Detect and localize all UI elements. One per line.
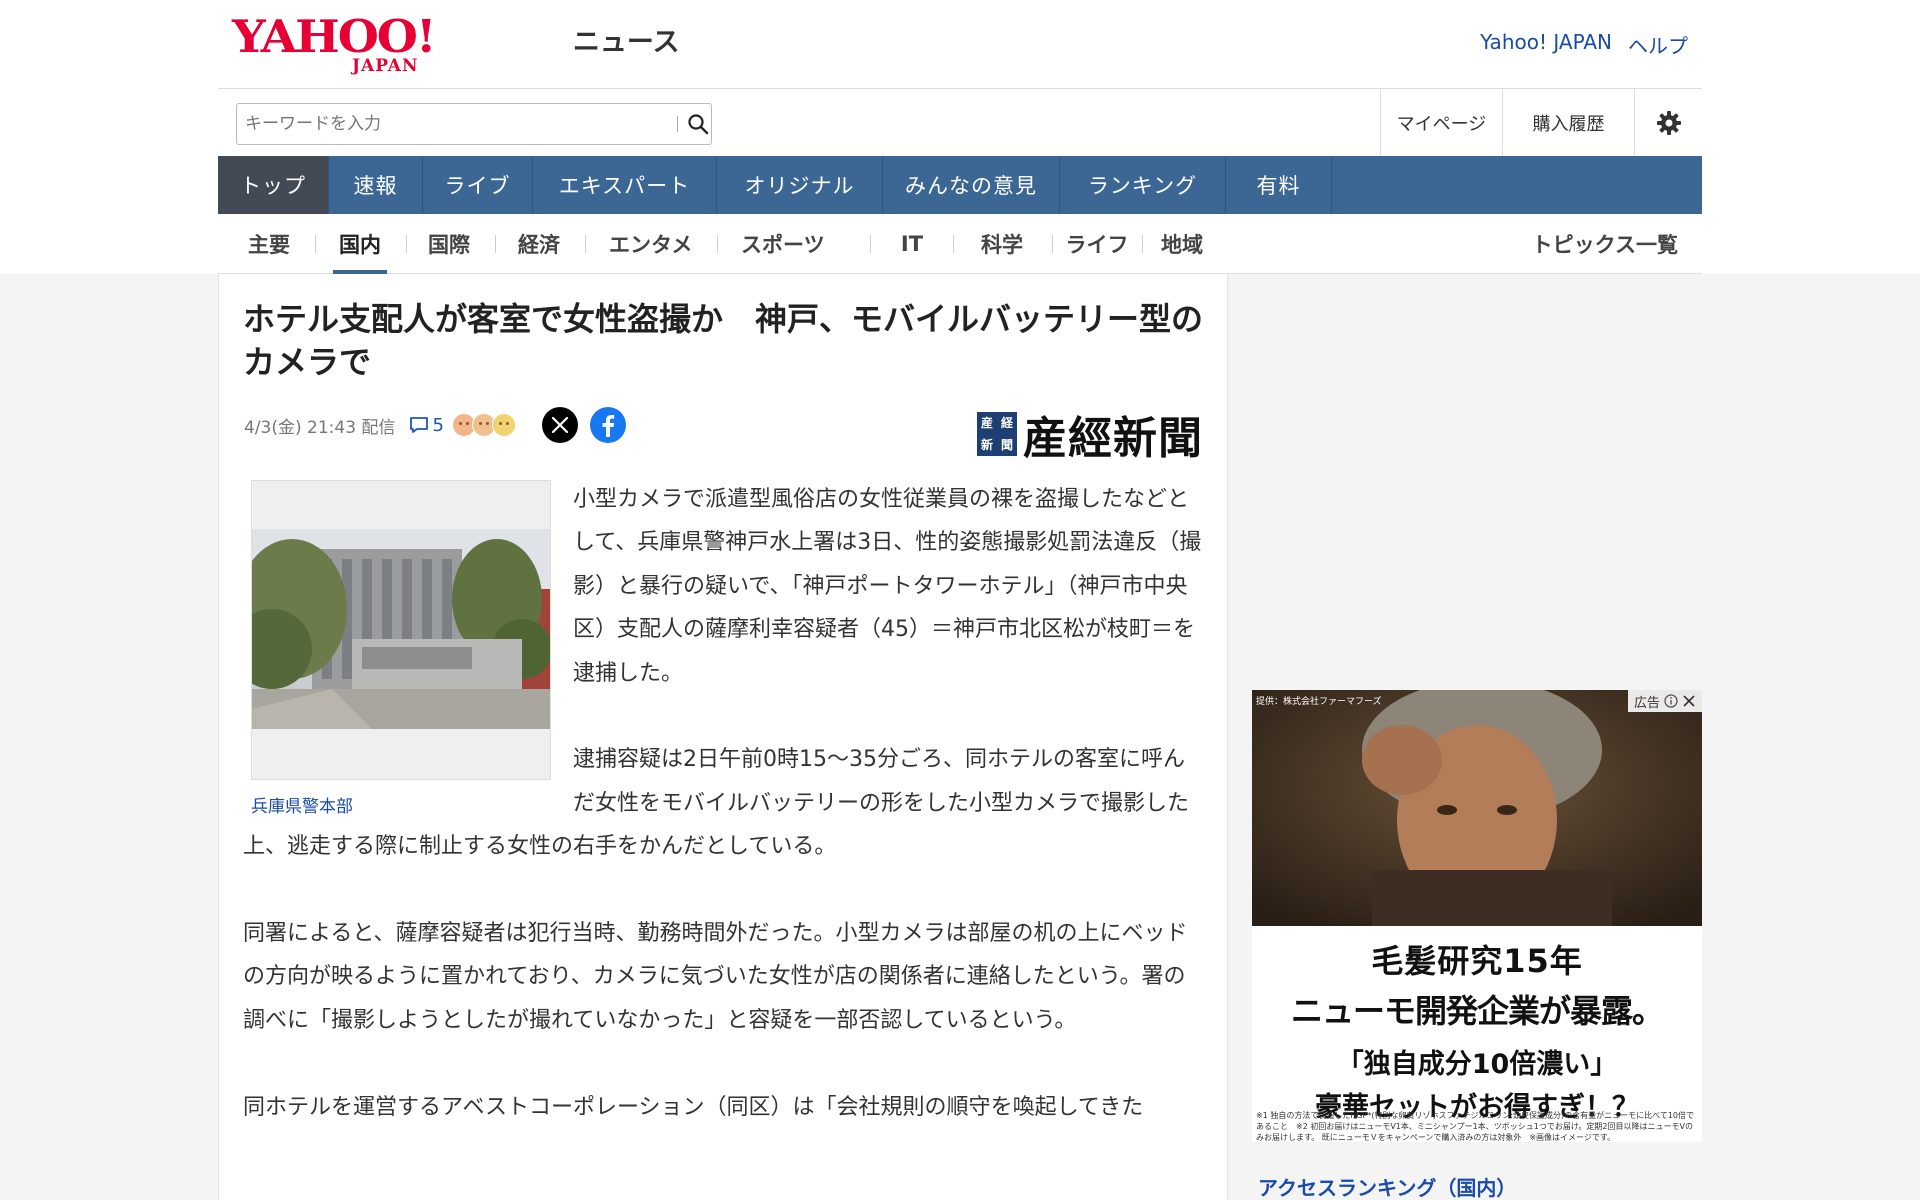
ad-headline-2: ニューモ開発企業が暴露。 bbox=[1290, 992, 1664, 1030]
ad-headline-1: 毛髪研究15年 bbox=[1371, 942, 1583, 980]
category-divider bbox=[315, 235, 316, 253]
tab-ranking[interactable]: ランキング bbox=[1060, 156, 1226, 214]
ad-photo bbox=[1252, 690, 1702, 926]
category-international[interactable]: 国際 bbox=[428, 214, 470, 274]
category-divider bbox=[495, 235, 496, 253]
tab-opinions[interactable]: みんなの意見 bbox=[883, 156, 1060, 214]
category-region[interactable]: 地域 bbox=[1142, 214, 1222, 274]
ad-headline-3: 「独自成分10倍濃い」 bbox=[1336, 1049, 1618, 1080]
yahoo-japan-link[interactable]: Yahoo! JAPAN bbox=[1480, 30, 1612, 59]
category-divider bbox=[953, 235, 954, 253]
seal-char: 聞 bbox=[1000, 438, 1013, 452]
category-domestic[interactable]: 国内 bbox=[333, 214, 387, 274]
ad-footnote: ※1 独自の方法で製造したHGP*(特別な卵黄リゾホスファチジルコリン:頭皮保護… bbox=[1256, 1111, 1695, 1142]
publish-date: 4/3(金) 21:43 配信 bbox=[244, 417, 396, 438]
comment-count: 5 bbox=[432, 414, 444, 436]
mypage-link[interactable]: マイページ bbox=[1380, 89, 1502, 157]
tab-original[interactable]: オリジナル bbox=[717, 156, 883, 214]
search-icon bbox=[688, 114, 709, 135]
category-divider bbox=[406, 235, 407, 253]
search-box bbox=[236, 103, 712, 145]
category-economy[interactable]: 経済 bbox=[518, 214, 560, 274]
help-link[interactable]: ヘルプ bbox=[1628, 30, 1688, 59]
tab-expert[interactable]: エキスパート bbox=[533, 156, 717, 214]
logo-yahoo-text: YAHOO! bbox=[232, 10, 437, 63]
publisher-name: 産經新聞 bbox=[1023, 413, 1203, 464]
tab-paid[interactable]: 有料 bbox=[1226, 156, 1332, 214]
topics-list-link[interactable]: トピックス一覧 bbox=[1532, 214, 1678, 274]
article-photo[interactable] bbox=[251, 480, 551, 780]
reaction-faces[interactable] bbox=[451, 413, 516, 437]
x-logo-icon bbox=[551, 416, 568, 434]
category-divider bbox=[717, 235, 718, 253]
tab-live[interactable]: ライブ bbox=[423, 156, 533, 214]
category-life[interactable]: ライフ bbox=[1052, 214, 1142, 274]
category-entertainment[interactable]: エンタメ bbox=[609, 214, 692, 274]
advertisement[interactable]: 提供：株式会社ファーマフーズ 広告 毛髪研究15年 ニューモ開発企業が暴露。 「… bbox=[1252, 690, 1702, 1142]
category-sports[interactable]: スポーツ bbox=[741, 214, 825, 274]
access-ranking-title[interactable]: アクセスランキング（国内） bbox=[1258, 1172, 1516, 1200]
reaction-face-icon bbox=[491, 413, 516, 437]
publisher-logo[interactable]: 産 経 新 聞 産經新聞 bbox=[977, 402, 1203, 466]
category-divider bbox=[585, 235, 586, 253]
category-nav: 主要 国内 国際 経済 エンタメ スポーツ IT 科学 ライフ 地域 トピックス… bbox=[218, 214, 1702, 274]
main-nav: トップ 速報 ライブ エキスパート オリジナル みんなの意見 ランキング 有料 bbox=[218, 156, 1702, 214]
tab-top[interactable]: トップ bbox=[218, 156, 329, 214]
article-title: ホテル支配人が客室で女性盗撮か 神戸、モバイルバッテリー型のカメラで bbox=[243, 300, 1204, 381]
ad-provider: 提供：株式会社ファーマフーズ bbox=[1256, 697, 1382, 707]
comment-icon bbox=[410, 417, 429, 433]
search-button[interactable] bbox=[685, 104, 711, 144]
logo-japan-text: JAPAN bbox=[352, 56, 419, 76]
logo-service-name: ニュース bbox=[572, 27, 680, 58]
ad-copy: 毛髪研究15年 ニューモ開発企業が暴露。 「独自成分10倍濃い」 豪華セットがお… bbox=[1252, 926, 1702, 1124]
category-main[interactable]: 主要 bbox=[248, 214, 290, 274]
seal-char: 経 bbox=[1000, 416, 1013, 430]
share-facebook-button[interactable] bbox=[589, 407, 626, 443]
article-paragraph: 同ホテルを運営するアベストコーポレーション（同区）は「会社規則の順守を喚起してき… bbox=[243, 1094, 1144, 1120]
facebook-logo-icon bbox=[602, 415, 615, 437]
ad-label-text: 広告 bbox=[1633, 695, 1660, 711]
comment-link[interactable]: 5 bbox=[409, 414, 444, 436]
search-input[interactable] bbox=[237, 104, 657, 144]
share-x-button[interactable] bbox=[541, 407, 578, 443]
gear-icon bbox=[1656, 111, 1681, 135]
seal-char: 産 bbox=[980, 416, 993, 430]
search-row: マイページ 購入履歴 bbox=[218, 88, 1702, 157]
close-icon[interactable] bbox=[1682, 694, 1696, 708]
settings-button[interactable] bbox=[1634, 89, 1702, 157]
search-divider bbox=[677, 116, 678, 132]
info-icon bbox=[1664, 694, 1678, 708]
category-divider bbox=[870, 235, 871, 253]
seal-char: 新 bbox=[980, 438, 993, 452]
tool-links: マイページ 購入履歴 bbox=[1380, 89, 1702, 157]
ad-label[interactable]: 広告 bbox=[1627, 690, 1702, 712]
article-paragraph: 同署によると、薩摩容疑者は犯行当時、勤務時間外だった。小型カメラは部屋の机の上に… bbox=[243, 921, 1188, 1033]
category-science[interactable]: 科学 bbox=[962, 214, 1042, 274]
purchase-history-link[interactable]: 購入履歴 bbox=[1502, 89, 1634, 157]
publisher-seal: 産 経 新 聞 bbox=[977, 412, 1017, 456]
photo-caption[interactable]: 兵庫県警本部 bbox=[251, 792, 353, 817]
category-it[interactable]: IT bbox=[884, 214, 940, 274]
header-links: Yahoo! JAPAN ヘルプ bbox=[1480, 30, 1688, 59]
tab-breaking[interactable]: 速報 bbox=[329, 156, 423, 214]
yahoo-news-logo[interactable]: YAHOO! JAPAN ニュース bbox=[232, 10, 680, 77]
article-meta: 4/3(金) 21:43 配信 5 bbox=[244, 405, 626, 445]
police-hq-photo bbox=[252, 529, 550, 729]
article: ホテル支配人が客室で女性盗撮か 神戸、モバイルバッテリー型のカメラで 4/3(金… bbox=[218, 274, 1228, 1200]
